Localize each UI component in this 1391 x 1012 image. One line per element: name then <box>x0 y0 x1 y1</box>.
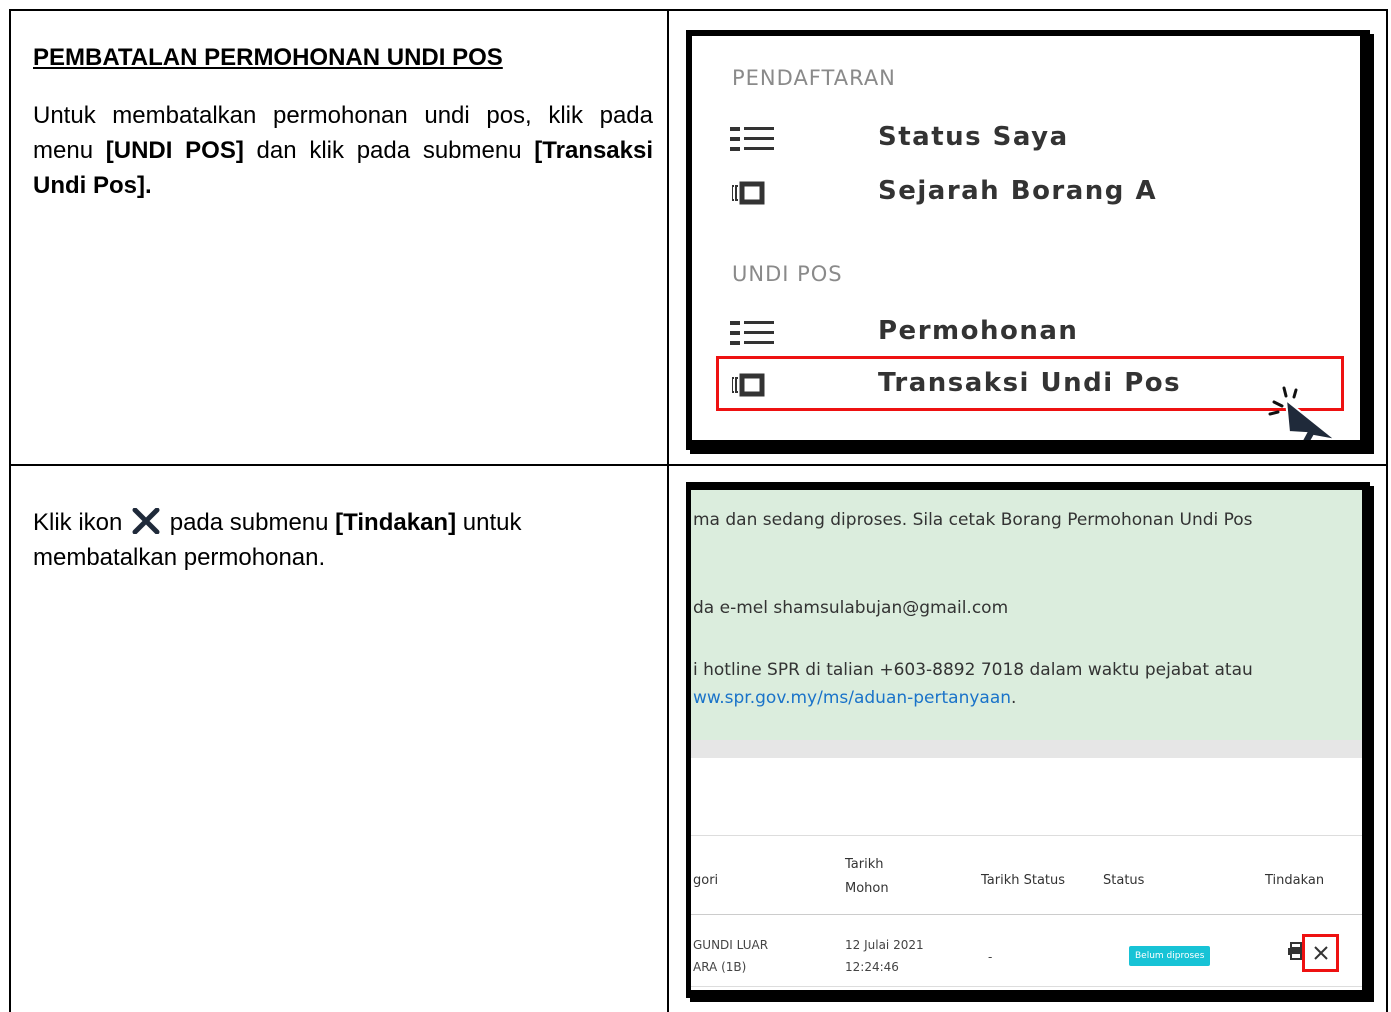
menu-item-permohonan[interactable]: Permohonan <box>692 306 1342 358</box>
table-border-top <box>9 9 1388 11</box>
table-divider-vertical <box>667 9 669 1012</box>
list-icon <box>730 321 774 345</box>
table-bottom-rule <box>691 986 1362 987</box>
menu-section-pendaftaran: PENDAFTARAN <box>732 66 896 90</box>
notice-line-1: ma dan sedang diproses. Sila cetak Boran… <box>693 510 1253 530</box>
notice-line-3: i hotline SPR di talian +603-8892 7018 d… <box>693 660 1253 680</box>
notice-line-2: da e-mel shamsulabujan@gmail.com <box>693 598 1009 618</box>
cancel-x-icon[interactable] <box>1313 945 1329 961</box>
menu-item-status-saya[interactable]: Status Saya <box>692 112 1342 164</box>
column-header-tarikh-mohon: Tarikh Mohon <box>845 857 889 896</box>
cell-tarikh-status: - <box>988 950 993 964</box>
cell-tarikh-mohon: 12 Julai 2021 12:24:46 <box>845 938 924 974</box>
menu-label-permohonan: Permohonan <box>878 316 1079 346</box>
menu-section-undi-pos: UNDI POS <box>732 262 843 286</box>
menu-label-status-saya: Status Saya <box>878 122 1069 152</box>
column-header-tarikh-status: Tarikh Status <box>981 873 1066 888</box>
menu-label-sejarah-borang-a: Sejarah Borang A <box>878 176 1158 206</box>
notice-line-4: ww.spr.gov.my/ms/aduan-pertanyaan. <box>693 688 1017 708</box>
cell-kategori: GUNDI LUAR ARA (1B) <box>693 938 769 974</box>
notice-separator <box>691 740 1362 758</box>
menu-item-sejarah-borang-a[interactable]: Sejarah Borang A <box>692 166 1342 218</box>
cursor-pointer-icon <box>1268 386 1337 440</box>
menu-screenshot: PENDAFTARAN Status Saya Sejarah Borang A… <box>686 30 1370 450</box>
column-header-status: Status <box>1103 873 1145 888</box>
row1-instruction: Untuk membatalkan permohonan undi pos, k… <box>33 102 654 199</box>
card-icon <box>732 181 765 205</box>
row1-text-cell: PEMBATALAN PERMOHONAN UNDI POS Untuk mem… <box>33 44 653 203</box>
column-header-tindakan: Tindakan <box>1265 873 1325 888</box>
table-header-rule <box>691 914 1362 915</box>
table-screenshot: ma dan sedang diproses. Sila cetak Boran… <box>686 482 1370 998</box>
table-border-right <box>1386 9 1388 1012</box>
section-heading: PEMBATALAN PERMOHONAN UNDI POS <box>33 44 503 71</box>
notice-link[interactable]: ww.spr.gov.my/ms/aduan-pertanyaan <box>693 688 1011 708</box>
status-badge: Belum diproses <box>1129 946 1211 966</box>
column-header-kategori: gori <box>693 873 719 888</box>
x-icon <box>132 507 160 535</box>
row2-text-cell: Klik ikon pada submenu [Tindakan] untuk … <box>33 505 663 575</box>
table-divider-horizontal <box>9 464 1388 466</box>
row2-instruction: Klik ikon pada submenu [Tindakan] untuk … <box>33 507 522 571</box>
list-icon <box>730 127 774 151</box>
table-top-rule <box>691 835 1362 836</box>
table-border-left <box>9 9 11 1012</box>
